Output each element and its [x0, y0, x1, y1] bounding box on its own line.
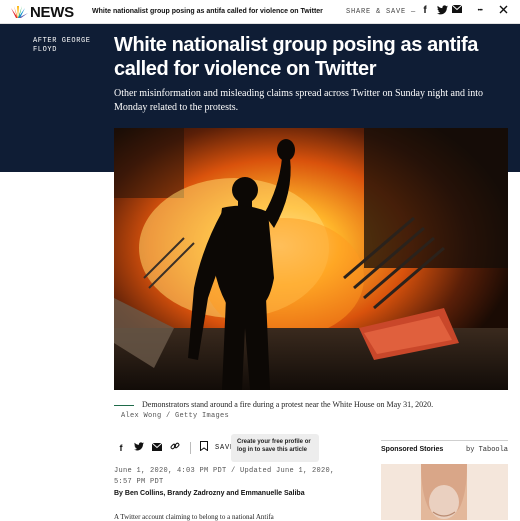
sponsored-ad-image[interactable]	[381, 464, 508, 520]
article-title: White nationalist group posing as antifa…	[114, 34, 479, 80]
top-headline: White nationalist group posing as antifa…	[92, 8, 323, 15]
email-icon[interactable]	[150, 441, 164, 455]
peacock-icon	[11, 5, 28, 18]
facebook-icon[interactable]: f	[114, 441, 128, 455]
save-tooltip[interactable]: Create your free profile or log in to sa…	[231, 434, 319, 462]
article-dek: Other misinformation and misleading clai…	[114, 88, 484, 113]
photo-credit: Alex Wong / Getty Images	[121, 412, 230, 420]
top-bar: NEWS White nationalist group posing as a…	[0, 0, 520, 24]
facebook-icon[interactable]: f	[419, 5, 431, 17]
twitter-icon[interactable]	[132, 441, 146, 455]
finger-image	[381, 464, 508, 520]
email-icon[interactable]	[451, 4, 463, 17]
article-dateline: June 1, 2020, 4:03 PM PDT / Updated June…	[114, 467, 335, 486]
twitter-icon[interactable]	[436, 5, 448, 17]
close-icon[interactable]	[497, 5, 509, 17]
bookmark-icon[interactable]	[197, 441, 211, 455]
share-actions: f SAVE	[114, 441, 235, 455]
share-save-label[interactable]: SHARE & SAVE —	[346, 8, 416, 16]
protest-fire-image	[114, 128, 508, 390]
photo-caption: Demonstrators stand around a fire during…	[142, 400, 434, 409]
taboola-label[interactable]: by Taboola	[466, 446, 508, 454]
link-icon[interactable]	[168, 441, 182, 455]
more-icon[interactable]: •••	[474, 5, 486, 17]
article-byline[interactable]: By Ben Collins, Brandy Zadrozny and Emma…	[114, 490, 305, 497]
caption-rule	[114, 405, 134, 406]
divider	[190, 442, 191, 454]
article-kicker[interactable]: AFTER GEORGE FLOYD	[33, 37, 103, 55]
sponsored-stories-label: Sponsored Stories	[381, 446, 444, 453]
article-photo	[114, 128, 508, 390]
sponsored-divider	[381, 440, 508, 441]
nbc-news-logo[interactable]: NEWS	[8, 3, 74, 21]
brand-label: NEWS	[30, 3, 74, 21]
